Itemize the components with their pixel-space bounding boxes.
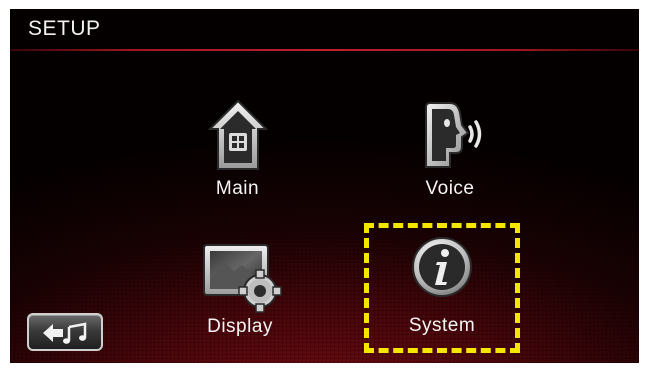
back-button[interactable] bbox=[27, 313, 103, 351]
display-settings-icon bbox=[202, 239, 282, 318]
menu-item-system-label: System bbox=[408, 315, 476, 336]
menu-item-display-label: Display bbox=[207, 316, 273, 337]
info-icon bbox=[411, 236, 473, 303]
home-icon bbox=[207, 99, 269, 180]
menu-item-main-label: Main bbox=[215, 178, 260, 199]
menu-item-voice-label: Voice bbox=[425, 178, 475, 199]
setup-screen: SETUP Main Voice Display System bbox=[10, 9, 639, 363]
menu-item-main[interactable]: Main bbox=[190, 95, 285, 210]
menu-item-system[interactable]: System bbox=[364, 223, 520, 353]
page-title: SETUP bbox=[28, 17, 101, 40]
menu-item-voice[interactable]: Voice bbox=[395, 95, 505, 210]
title-divider bbox=[10, 49, 639, 51]
menu-item-display[interactable]: Display bbox=[180, 237, 300, 347]
voice-icon bbox=[420, 101, 484, 176]
